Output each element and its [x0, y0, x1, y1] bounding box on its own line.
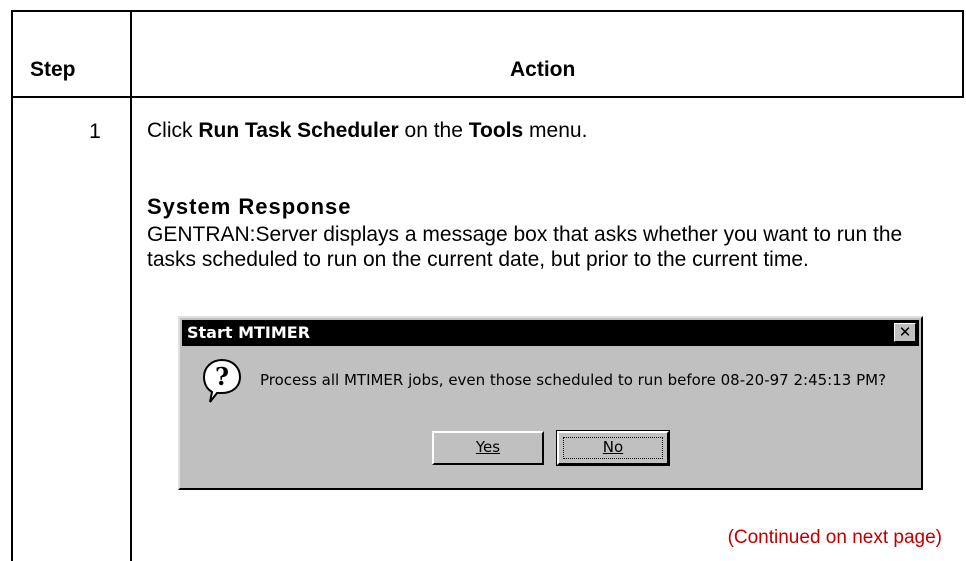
instruction-text: Click [147, 119, 199, 142]
header-step: Step [30, 58, 76, 81]
dialog-title: Start MTIMER [187, 323, 311, 342]
step-number: 1 [89, 120, 101, 143]
no-button-label: No [602, 438, 624, 456]
instruction-text: menu. [523, 119, 588, 142]
question-icon: ? [202, 358, 242, 403]
yes-button[interactable]: Yes [432, 431, 544, 465]
table-border-left [11, 10, 13, 561]
close-button[interactable]: ✕ [894, 323, 916, 342]
instruction-menu: Tools [468, 119, 524, 142]
instruction-text: on the [398, 119, 469, 142]
table-border-top [11, 10, 964, 12]
close-icon: ✕ [898, 323, 912, 341]
step-instruction: Click Run Task Scheduler on the Tools me… [147, 118, 957, 143]
dialog-message: Process all MTIMER jobs, even those sche… [260, 371, 887, 389]
no-button[interactable]: No [556, 430, 670, 466]
start-mtimer-dialog: Start MTIMER ✕ ? Process all MTIMER jobs… [178, 316, 923, 490]
system-response-title: System Response [147, 194, 352, 219]
continued-note: (Continued on next page) [727, 527, 942, 548]
table-header-divider [11, 96, 964, 98]
yes-button-label: Yes [475, 438, 501, 456]
system-response-text: GENTRAN:Server displays a message box th… [147, 223, 903, 271]
dialog-titlebar[interactable]: Start MTIMER ✕ [182, 320, 919, 346]
table-border-right [962, 10, 964, 98]
instruction-command: Run Task Scheduler [198, 119, 399, 142]
header-action: Action [510, 58, 576, 81]
svg-text:?: ? [215, 362, 229, 391]
table-column-divider [130, 10, 132, 561]
